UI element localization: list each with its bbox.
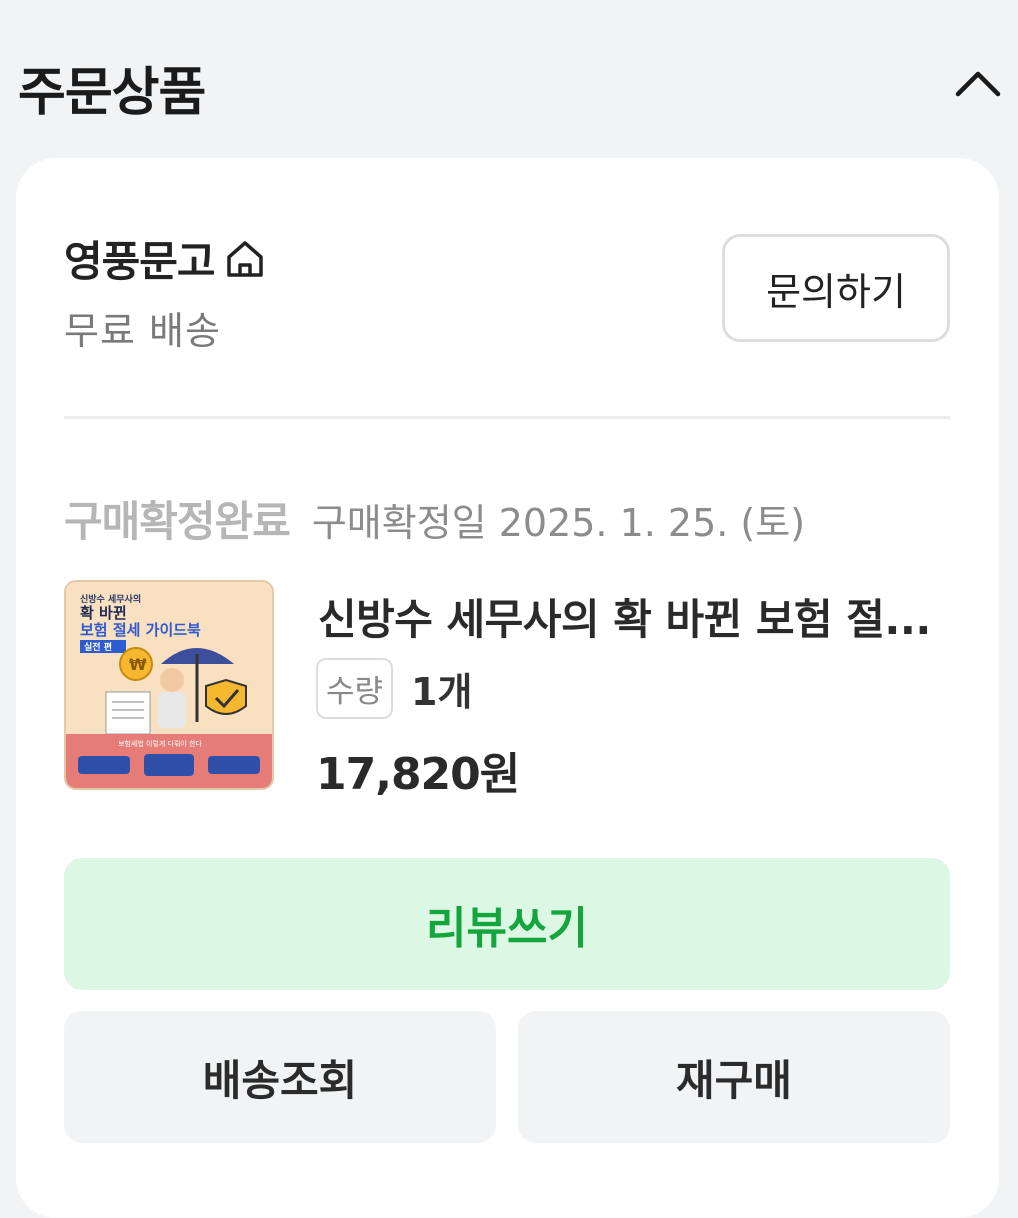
confirm-date: 구매확정일 2025. 1. 25. (토)	[311, 501, 806, 545]
track-delivery-button[interactable]: 배송조회	[64, 1011, 496, 1143]
quantity-row: 수량 1개	[316, 658, 472, 719]
cover-edition: 실전 편	[84, 641, 112, 653]
write-review-button[interactable]: 리뷰쓰기	[64, 858, 950, 990]
seller-name: 영풍문고	[64, 237, 216, 286]
book-cover-image: 신방수 세무사의 확 바뀐 보험 절세 가이드북 실전 편 ₩ 보험세법 이렇게…	[66, 582, 272, 788]
cover-tagline: 보험세법 이렇게 다뤄야 한다	[118, 739, 203, 748]
order-items-section-header: 주문상품	[0, 0, 1018, 160]
cover-coin: ₩	[129, 655, 147, 674]
seller-link[interactable]: 영풍문고	[64, 228, 267, 289]
cover-title-line2: 보험 절세 가이드북	[80, 621, 201, 639]
cover-title-line1: 확 바뀐	[80, 604, 127, 622]
order-status: 구매확정완료	[64, 497, 291, 546]
section-title: 주문상품	[18, 63, 206, 123]
order-card: 영풍문고 무료 배송 문의하기 구매확정완료 구매확정일 2025. 1. 25…	[16, 158, 999, 1218]
order-status-row: 구매확정완료 구매확정일 2025. 1. 25. (토)	[64, 488, 805, 549]
chevron-up-icon	[955, 71, 1001, 97]
product-price: 17,820원	[316, 749, 520, 800]
product-title[interactable]: 신방수 세무사의 확 바뀐 보험 절...	[318, 586, 958, 647]
product-thumbnail[interactable]: 신방수 세무사의 확 바뀐 보험 절세 가이드북 실전 편 ₩ 보험세법 이렇게…	[64, 580, 274, 790]
divider	[64, 416, 950, 419]
quantity-value: 1개	[411, 670, 473, 714]
shipping-note: 무료 배송	[64, 309, 221, 353]
collapse-button[interactable]	[946, 58, 1010, 108]
home-icon	[223, 237, 267, 281]
quantity-badge: 수량	[316, 658, 394, 719]
repurchase-button[interactable]: 재구매	[518, 1011, 950, 1143]
inquiry-button[interactable]: 문의하기	[722, 234, 950, 342]
